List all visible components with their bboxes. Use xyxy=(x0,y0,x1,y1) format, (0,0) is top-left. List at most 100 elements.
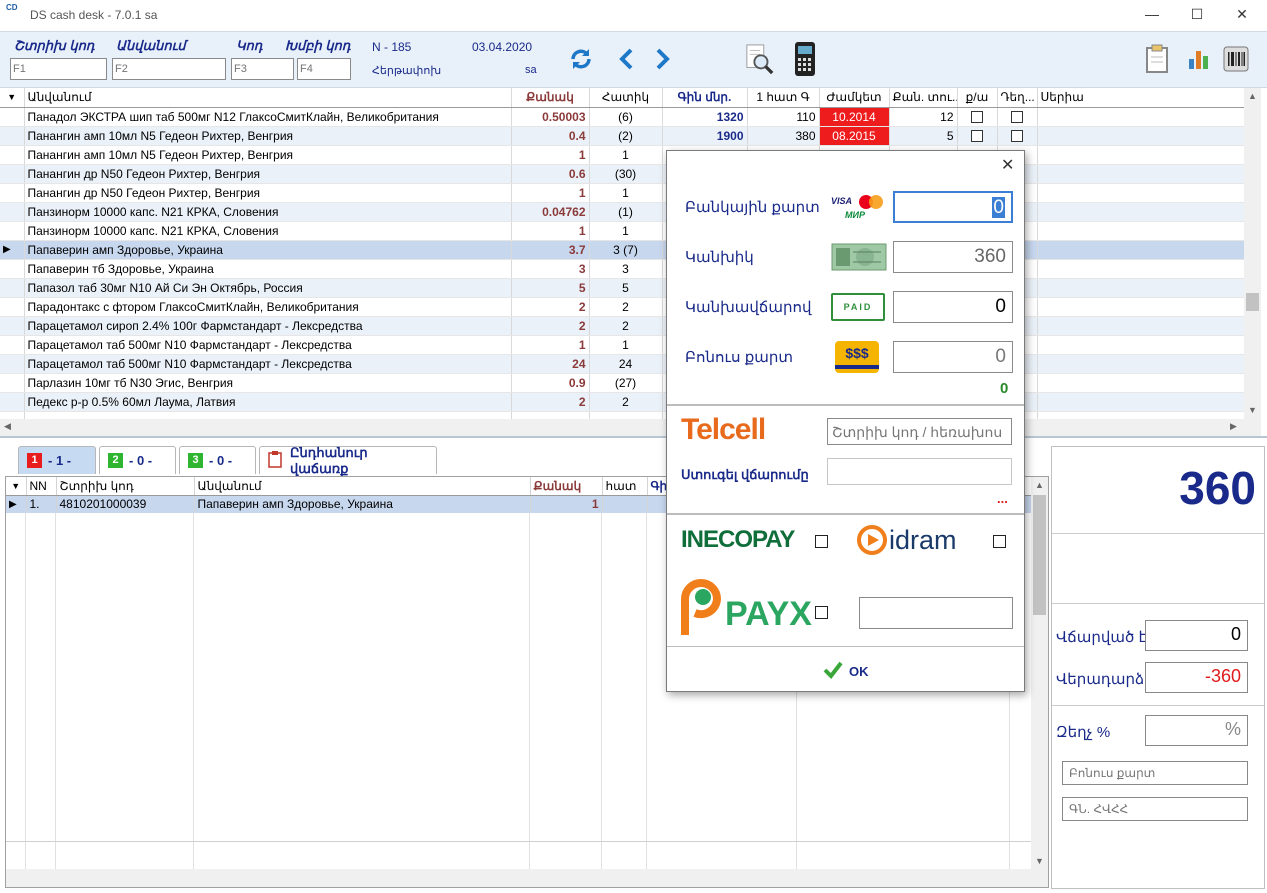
refresh-icon[interactable] xyxy=(566,42,596,76)
checkbox[interactable] xyxy=(1011,111,1023,124)
table-row[interactable]: Педекс р-р 0.5% 60мл Лаума, Латвия 2 2 xyxy=(0,392,1245,412)
table-row[interactable]: Папаверин тб Здоровье, Украина 3 3 xyxy=(0,259,1245,279)
tab-cart-3[interactable]: 3 - 0 - xyxy=(179,446,256,474)
bank-card-amount[interactable]: 0 xyxy=(893,191,1013,223)
table-row[interactable]: Панангин др N50 Гедеон Рихтер, Венгрия 1 1 xyxy=(0,183,1245,203)
table-row[interactable]: Папазол таб 30мг N10 Ай Си Эн Октябрь, Р… xyxy=(0,278,1245,298)
col-header-pcs[interactable]: հատ xyxy=(602,477,648,496)
cell-drug[interactable] xyxy=(997,107,1038,127)
prepaid-amount[interactable]: 0 xyxy=(893,291,1013,323)
row-pointer-icon xyxy=(0,107,25,127)
table-row[interactable]: Парацетамол таб 500мг N10 Фармстандарт -… xyxy=(0,354,1245,374)
scroll-down-icon[interactable]: ▼ xyxy=(1244,402,1261,418)
column-divider xyxy=(646,513,647,869)
pos-terminal-icon[interactable] xyxy=(790,42,820,76)
more-dots-button[interactable]: ... xyxy=(997,491,1008,506)
checkbox[interactable] xyxy=(971,111,983,124)
cart-hscrollbar[interactable] xyxy=(6,869,1048,887)
col-header-unit-price[interactable]: 1 հատ Գ xyxy=(747,88,820,108)
row-header-cell[interactable]: ▼ xyxy=(6,477,27,496)
col-header-series[interactable]: Սերիա xyxy=(1037,88,1245,108)
cash-amount[interactable]: 360 xyxy=(893,241,1013,273)
table-row[interactable]: Панангин амп 10мл N5 Гедеон Рихтер, Венг… xyxy=(0,126,1245,146)
col-header-price[interactable]: Գին մնր. xyxy=(662,88,748,108)
chevron-left-icon[interactable] xyxy=(612,42,642,76)
clipboard-icon[interactable] xyxy=(1142,42,1172,76)
telcell-code-input[interactable] xyxy=(827,418,1012,445)
table-row[interactable]: Панангин др N50 Гедеон Рихтер, Венгрия 0.… xyxy=(0,164,1245,184)
barcode-input[interactable] xyxy=(10,58,107,80)
magnifier-icon[interactable] xyxy=(745,42,775,76)
col-header-drug[interactable]: Դեղ... xyxy=(997,88,1038,108)
tab-total-sales[interactable]: Ընդհանուր վաճառք xyxy=(259,445,437,476)
cell-rx[interactable] xyxy=(957,126,998,146)
col-header-name[interactable]: Անվանում xyxy=(24,88,512,108)
name-input[interactable] xyxy=(112,58,226,80)
table-row[interactable]: Парацетамол сироп 2.4% 100г Фармстандарт… xyxy=(0,316,1245,336)
row-pointer-icon xyxy=(0,373,25,393)
col-header-rx[interactable]: ք/ա xyxy=(957,88,998,108)
table-row[interactable]: Панзинорм 10000 капс. N21 КРКА, Словения… xyxy=(0,202,1245,222)
cart-scrollbar[interactable]: ▲ ▼ xyxy=(1031,477,1048,869)
table-row[interactable]: Парадонтакс с фтором ГлаксоСмитКлайн, Ве… xyxy=(0,297,1245,317)
scroll-thumb[interactable] xyxy=(1246,293,1259,311)
barcode-icon[interactable] xyxy=(1221,42,1251,76)
table-row[interactable]: Панадол ЭКСТРА шип таб 500мг N12 ГлаксоС… xyxy=(0,107,1245,127)
paid-field[interactable]: 0 xyxy=(1145,620,1248,651)
col-header-expiry[interactable]: Ժամկետ xyxy=(819,88,890,108)
table-row[interactable]: ▶ Папаверин амп Здоровье, Украина 3.7 3 (7) xyxy=(0,240,1245,260)
bar-chart-icon[interactable] xyxy=(1183,42,1213,76)
discount-field[interactable]: % xyxy=(1145,715,1248,746)
cell-drug[interactable] xyxy=(997,126,1038,146)
payx-checkbox[interactable] xyxy=(815,606,828,619)
scroll-up-icon[interactable]: ▲ xyxy=(1244,88,1261,104)
table-row[interactable]: Парацетамол таб 500мг N10 Фармстандарт -… xyxy=(0,335,1245,355)
scroll-down-icon[interactable]: ▼ xyxy=(1031,853,1048,869)
checkbox[interactable] xyxy=(1011,130,1023,143)
row-pointer-icon xyxy=(0,278,25,298)
close-window-button[interactable]: ✕ xyxy=(1219,0,1265,30)
row-header-cell[interactable]: ▼ xyxy=(0,88,25,108)
grid-hscrollbar[interactable]: ◀ ▶ xyxy=(0,419,1244,436)
checkbox[interactable] xyxy=(971,130,983,143)
scroll-up-icon[interactable]: ▲ xyxy=(1031,477,1048,493)
chevron-right-icon[interactable] xyxy=(647,42,677,76)
table-row[interactable]: Парлазин 10мг тб N30 Эгис, Венгрия 0.9 (27… xyxy=(0,373,1245,393)
cell-rx[interactable] xyxy=(957,107,998,127)
col-header-pcs[interactable]: Հատիկ xyxy=(589,88,663,108)
table-row[interactable]: Панзинорм 10000 капс. N21 КРКА, Словения… xyxy=(0,221,1245,241)
cell-name: Парацетамол таб 500мг N10 Фармстандарт -… xyxy=(24,354,512,374)
group-code-input[interactable] xyxy=(297,58,351,80)
table-row[interactable]: Панангин амп 10мл N5 Гедеон Рихтер, Венг… xyxy=(0,145,1245,165)
group-code-label: Խմբի կոդ xyxy=(285,38,351,53)
tax-id-input[interactable] xyxy=(1062,797,1248,821)
col-header-name[interactable]: Անվանում xyxy=(194,477,531,496)
cart-cell-qty[interactable]: 1 xyxy=(530,495,603,513)
cell-expiry: 08.2015 xyxy=(819,126,890,146)
col-header-pack[interactable]: Քան. տու... xyxy=(889,88,958,108)
tab-cart-1[interactable]: 1 - 1 - xyxy=(18,446,96,474)
scroll-left-icon[interactable]: ◀ xyxy=(4,421,11,432)
col-header-qty[interactable]: Քանակ xyxy=(530,477,603,496)
payx-input[interactable] xyxy=(859,597,1013,629)
scroll-thumb[interactable] xyxy=(1033,495,1046,615)
check-payment-input[interactable] xyxy=(827,458,1012,485)
idram-checkbox[interactable] xyxy=(993,535,1006,548)
cell-qty: 0.6 xyxy=(511,164,590,184)
dialog-close-button[interactable]: ✕ xyxy=(1001,155,1014,175)
col-header-nn[interactable]: NN xyxy=(26,477,57,496)
row-pointer-icon xyxy=(0,145,25,165)
minimize-button[interactable]: — xyxy=(1129,0,1175,30)
scroll-right-icon[interactable]: ▶ xyxy=(1230,421,1237,432)
tab-cart-2[interactable]: 2 - 0 - xyxy=(99,446,176,474)
inecopay-checkbox[interactable] xyxy=(815,535,828,548)
col-header-qty[interactable]: Քանակ xyxy=(511,88,590,108)
ok-button[interactable]: OK xyxy=(823,661,869,682)
window-title: DS cash desk - 7.0.1 sa xyxy=(30,8,158,22)
grid-scrollbar[interactable]: ▲ ▼ xyxy=(1244,88,1261,436)
bonus-card-input[interactable] xyxy=(1062,761,1248,785)
maximize-button[interactable]: ☐ xyxy=(1174,0,1220,30)
col-header-barcode[interactable]: Շտրիխ կոդ xyxy=(56,477,195,496)
bonus-amount[interactable]: 0 xyxy=(893,341,1013,373)
code-input[interactable] xyxy=(231,58,294,80)
